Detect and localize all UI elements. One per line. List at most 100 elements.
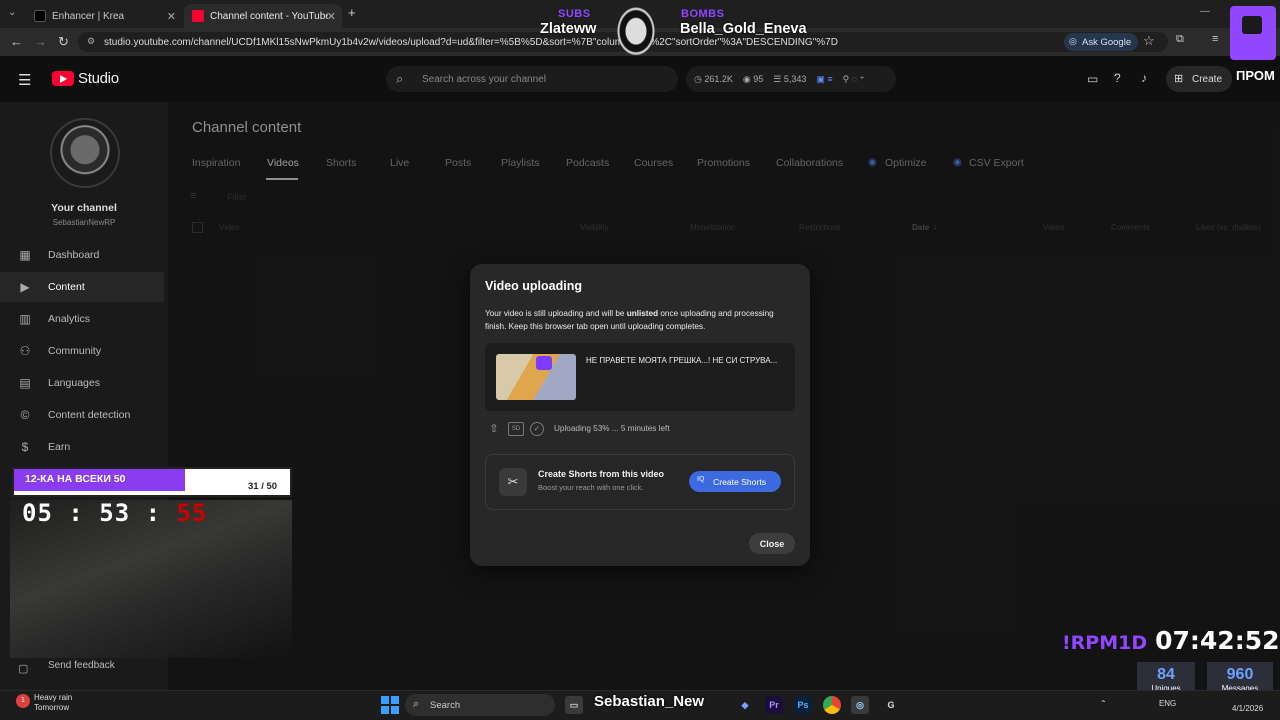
new-tab-button[interactable]: + <box>348 5 356 20</box>
reload-icon[interactable]: ↻ <box>58 34 69 50</box>
sidebar-item-label: Languages <box>48 377 100 389</box>
views-stat: ◷ 261.2K <box>694 73 733 84</box>
dialog-body: Your video is still uploading and will b… <box>485 309 774 331</box>
bombs-label: BOMBS <box>681 8 725 20</box>
forward-icon[interactable]: → <box>34 34 47 49</box>
sidebar-item-dashboard[interactable]: ▦ Dashboard <box>0 240 164 270</box>
photoshop-icon[interactable]: Ps <box>794 696 812 714</box>
check-circle-icon: ✓ <box>530 422 544 436</box>
notifications-bell-icon[interactable]: ♪ <box>1141 71 1147 85</box>
youtube-favicon-icon <box>192 10 204 22</box>
goal-label: 12-КА НА ВСЕКИ 50 <box>25 473 126 485</box>
analytics-icon: ▥ <box>19 312 31 326</box>
upload-arrow-icon: ⇧ <box>489 423 499 435</box>
messages-value: 960 <box>1226 666 1254 683</box>
channel-avatar[interactable] <box>50 118 120 188</box>
sidebar-item-content-detection[interactable]: © Content detection <box>0 400 164 430</box>
youtube-logo-icon <box>52 71 74 86</box>
file-explorer-icon[interactable]: ▭ <box>565 696 583 714</box>
sidebar-item-label: Earn <box>48 441 71 453</box>
sidebar-item-label: Community <box>48 345 102 357</box>
minimize-icon[interactable]: — <box>1200 6 1210 17</box>
tab-title: Enhancer | Krea <box>52 10 125 22</box>
weather-title: Heavy rain <box>34 693 73 702</box>
studio-logo[interactable]: Studio <box>52 70 119 87</box>
subs-name: Zlateww <box>540 21 597 37</box>
language-indicator[interactable]: ENG <box>1159 699 1176 708</box>
bookmark-star-icon[interactable]: ☆ <box>1143 33 1155 49</box>
sidebar-item-languages[interactable]: ▤ Languages <box>0 368 164 398</box>
taskbar-search-label: Search <box>430 699 461 711</box>
languages-icon: ▤ <box>19 376 31 390</box>
community-icon: ⚇ <box>19 344 31 358</box>
reading-list-icon[interactable]: ≡ <box>1212 33 1218 45</box>
weather-widget[interactable]: Heavy rain Tomorrow <box>34 693 72 713</box>
extensions-icon[interactable]: ⧉ <box>1176 33 1184 46</box>
chrome-icon[interactable] <box>823 696 841 714</box>
tray-chevron-icon[interactable]: ⌃ <box>1100 699 1107 708</box>
create-label: Create <box>1192 73 1223 85</box>
taskbar-date[interactable]: 4/1/2026 <box>1232 704 1263 713</box>
hamburger-menu-icon[interactable]: ☰ <box>18 71 31 89</box>
ask-google-button[interactable]: ◎ Ask Google <box>1064 33 1139 51</box>
scissors-icon: ✂ <box>499 468 527 496</box>
sidebar-item-analytics[interactable]: ▥ Analytics <box>0 304 164 334</box>
search-icon: ⌕ <box>413 698 420 710</box>
channel-stats-pill: ◷ 261.2K ◉ 95 ☰ 5,343 ▣ ≡ ⚲ ◌ ⁺ <box>686 66 896 92</box>
system-tray: ⌃ ENG <box>1100 699 1176 708</box>
create-shorts-button[interactable]: IQ Create Shorts <box>689 471 781 492</box>
bombs-name: Bella_Gold_Eneva <box>680 21 807 37</box>
streamer-name: Sebastian_New <box>594 693 705 710</box>
windows-start-icon[interactable] <box>381 696 399 714</box>
channel-name: SebastianNewRP <box>52 218 116 227</box>
help-icon[interactable]: ? <box>1114 71 1121 85</box>
uniques-value: 84 <box>1157 666 1175 683</box>
sidebar-item-label: Content <box>48 281 85 293</box>
sidebar-item-label: Analytics <box>48 313 91 325</box>
upload-progress-text: Uploading 53% ... 5 minutes left <box>554 424 670 433</box>
close-tab-icon[interactable]: ✕ <box>327 10 336 23</box>
weather-badge: 1 <box>16 694 30 708</box>
logitech-icon[interactable]: G <box>882 696 900 714</box>
site-info-icon[interactable]: ⚙ <box>87 36 95 47</box>
sidebar-item-content[interactable]: ▶ Content <box>0 272 164 302</box>
back-icon[interactable]: ← <box>10 34 23 49</box>
stream-timer: 05 : 53 : 55 <box>22 499 208 527</box>
dialog-title: Video uploading <box>485 279 582 293</box>
knight-mascot-icon <box>604 4 668 72</box>
weather-sub: Tomorrow <box>34 703 70 712</box>
app-icon[interactable]: ◆ <box>736 696 754 714</box>
taskbar-search[interactable]: ⌕ Search <box>405 694 555 716</box>
tab-list-chevron-icon[interactable]: ⌄ <box>8 7 16 18</box>
content-icon: ▶ <box>20 280 30 294</box>
create-button[interactable]: ⊞ Create <box>1166 66 1233 92</box>
sidebar-item-label: Content detection <box>48 409 131 421</box>
thumbnail-logo-icon <box>536 356 552 370</box>
extra-tools-icon[interactable]: ⚲ ◌ ⁺ <box>843 74 865 85</box>
video-title: НЕ ПРАВЕТЕ МОЯТА ГРЕШКА...! НЕ СИ СТРУВА… <box>586 356 778 365</box>
shorts-subtitle: Boost your reach with one click. <box>538 483 644 492</box>
your-channel-label: Your channel <box>51 202 117 214</box>
upload-status-icons: ⇧ SD ✓ <box>486 421 550 437</box>
iq-icon: IQ <box>697 476 705 483</box>
messages-icon[interactable]: ▭ <box>1087 72 1098 86</box>
tab-krea[interactable]: Enhancer | Krea ✕ <box>26 4 182 28</box>
dashboard-icon: ▦ <box>19 248 31 262</box>
tab-youtube-studio[interactable]: Channel content - YouTube Stu ✕ <box>184 4 342 28</box>
send-feedback-link[interactable]: Send feedback <box>48 660 115 671</box>
rpm-clock: !RPM1D 07:42:52 <box>1062 626 1280 655</box>
tools-icon[interactable]: ▣ ≡ <box>816 74 832 85</box>
close-tab-icon[interactable]: ✕ <box>167 10 176 23</box>
tab-title: Channel content - YouTube Stu <box>210 10 328 22</box>
twitch-logo-icon <box>1230 6 1276 60</box>
dollar-icon: $ <box>21 440 29 454</box>
obs-icon[interactable]: ◎ <box>851 696 869 714</box>
close-button[interactable]: Close <box>749 533 795 554</box>
krea-favicon-icon <box>34 10 46 22</box>
sidebar-item-community[interactable]: ⚇ Community <box>0 336 164 366</box>
create-plus-icon: ⊞ <box>1174 73 1184 85</box>
create-shorts-label: Create Shorts <box>713 476 767 487</box>
sidebar-item-earn[interactable]: $ Earn <box>0 432 164 462</box>
feedback-icon: ▢ <box>18 663 29 675</box>
premiere-icon[interactable]: Pr <box>765 696 783 714</box>
